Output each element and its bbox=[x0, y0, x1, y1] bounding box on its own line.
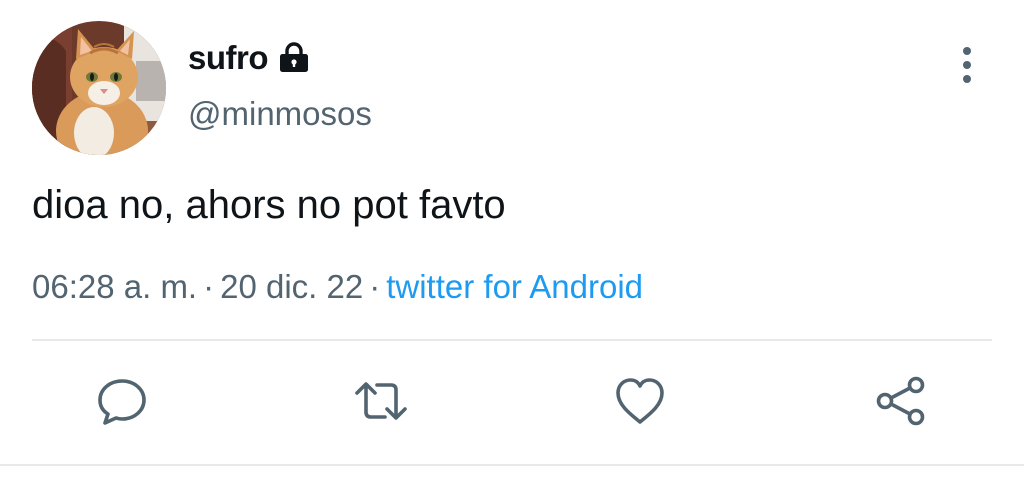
avatar[interactable] bbox=[32, 21, 166, 155]
display-name[interactable]: sufro bbox=[188, 39, 269, 77]
more-vertical-icon[interactable] bbox=[952, 44, 982, 86]
tweet-source-link[interactable]: twitter for Android bbox=[386, 268, 643, 305]
divider bbox=[32, 339, 992, 341]
share-button[interactable] bbox=[874, 374, 928, 428]
meta-separator: · bbox=[203, 268, 215, 305]
tweet-date[interactable]: 20 dic. 22 bbox=[220, 268, 363, 305]
tweet-metadata: 06:28 a. m. · 20 dic. 22 · twitter for Andro… bbox=[32, 268, 643, 306]
reply-button[interactable] bbox=[95, 374, 149, 428]
comment-icon bbox=[98, 379, 146, 425]
lock-icon bbox=[277, 41, 311, 75]
like-button[interactable] bbox=[613, 374, 667, 428]
divider bbox=[0, 464, 1024, 466]
share-icon bbox=[876, 376, 925, 426]
tweet-detail: sufro @minmosos dioa no, ahors no pot fa… bbox=[0, 0, 1024, 482]
display-name-row: sufro bbox=[188, 36, 311, 80]
retweet-button[interactable] bbox=[354, 374, 408, 428]
user-handle[interactable]: @minmosos bbox=[188, 95, 372, 133]
cat-avatar-image bbox=[32, 21, 166, 155]
tweet-text: dioa no, ahors no pot favto bbox=[32, 183, 506, 227]
heart-icon bbox=[616, 378, 664, 424]
tweet-time[interactable]: 06:28 a. m. bbox=[32, 268, 197, 305]
retweet-icon bbox=[355, 382, 407, 420]
meta-separator: · bbox=[369, 268, 381, 305]
